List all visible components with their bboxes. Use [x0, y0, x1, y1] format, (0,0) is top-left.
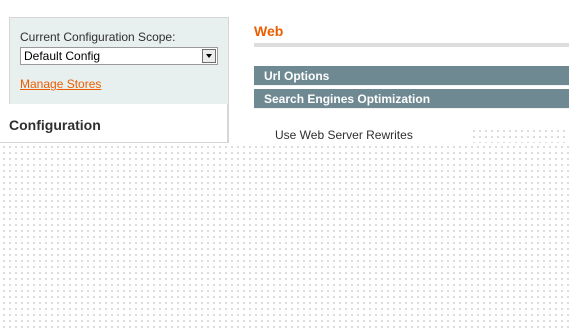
title-divider: [254, 43, 569, 47]
section-search-engines-optimization[interactable]: Search Engines Optimization: [254, 89, 569, 109]
scope-label: Current Configuration Scope:: [20, 30, 176, 44]
dotted-background: [0, 143, 569, 329]
configuration-scope-panel: Current Configuration Scope: Default Con…: [9, 17, 229, 104]
seo-section-body: Use Web Server Rewrites: [254, 110, 470, 143]
dotted-background-strip: [470, 127, 569, 143]
scope-select[interactable]: Default Config: [20, 47, 218, 65]
section-url-options[interactable]: Url Options: [254, 66, 569, 86]
page-title: Web: [254, 23, 284, 39]
manage-stores-link[interactable]: Manage Stores: [20, 77, 101, 91]
use-web-server-rewrites-label: Use Web Server Rewrites: [275, 128, 413, 142]
scope-select-value: Default Config: [24, 49, 101, 63]
chevron-down-icon[interactable]: [202, 49, 216, 63]
configuration-panel: Configuration: [0, 104, 229, 143]
configuration-title: Configuration: [9, 117, 101, 133]
section-url-options-label: Url Options: [264, 69, 330, 83]
section-seo-label: Search Engines Optimization: [264, 92, 431, 106]
